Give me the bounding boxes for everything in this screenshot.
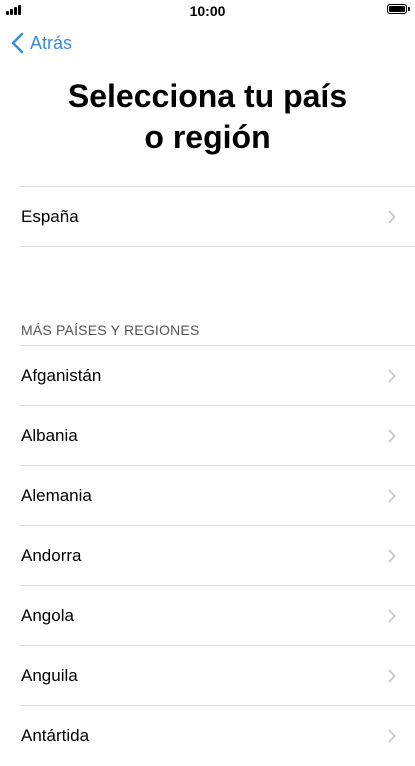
chevron-right-icon (388, 549, 396, 563)
country-label: Afganistán (21, 366, 102, 385)
chevron-right-icon (388, 210, 396, 224)
chevron-left-icon (11, 32, 24, 54)
battery-icon (387, 4, 407, 14)
back-label: Atrás (30, 32, 73, 53)
country-row[interactable]: Angola (0, 586, 415, 646)
country-row[interactable]: Antártida (0, 706, 415, 766)
country-label: Alemania (21, 486, 92, 505)
country-label: Anguila (21, 666, 78, 685)
page-title-line1: Selecciona tu país (67, 78, 348, 114)
chevron-right-icon (388, 729, 396, 743)
country-row[interactable]: Andorra (0, 526, 415, 586)
country-label: Andorra (21, 546, 82, 565)
country-row[interactable]: Anguila (0, 646, 415, 706)
chevron-right-icon (388, 609, 396, 623)
chevron-right-icon (388, 489, 396, 503)
country-label: España (21, 207, 79, 226)
status-bar: 10:00 (0, 0, 415, 22)
separator (20, 246, 415, 247)
page-title: Selecciona tu país o región (40, 76, 375, 158)
page-title-line2: o región (144, 119, 271, 155)
country-row[interactable]: Albania (0, 406, 415, 466)
country-label: Angola (21, 606, 74, 625)
country-label: Albania (21, 426, 78, 445)
status-time: 10:00 (189, 3, 226, 19)
back-button[interactable]: Atrás (10, 30, 72, 56)
section-header: MÁS PAÍSES Y REGIONES (21, 322, 200, 338)
country-label: Antártida (21, 726, 90, 745)
country-row-espana[interactable]: España (0, 187, 415, 247)
chevron-right-icon (388, 429, 396, 443)
chevron-right-icon (388, 369, 396, 383)
country-row[interactable]: Alemania (0, 466, 415, 526)
chevron-right-icon (388, 669, 396, 683)
country-row[interactable]: Afganistán (0, 346, 415, 406)
